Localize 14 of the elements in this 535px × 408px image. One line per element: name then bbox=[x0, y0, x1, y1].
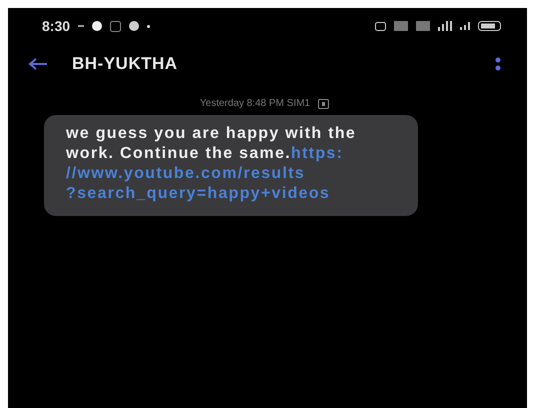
signal-icon bbox=[438, 21, 452, 31]
contact-name: BH-YUKTHA bbox=[72, 54, 178, 74]
message-text: we guess you are happy with the work. Continue the same.https: //www.youtube.com/results ?search_query=happy+videos bbox=[66, 124, 408, 204]
message-link[interactable]: ?search_query=happy+videos bbox=[66, 184, 408, 204]
back-arrow-icon[interactable] bbox=[28, 58, 48, 70]
status-time: 8:30 bbox=[42, 18, 70, 34]
message-link[interactable]: //www.youtube.com/results bbox=[66, 164, 408, 184]
dot-icon bbox=[147, 24, 150, 28]
signal-icon bbox=[460, 22, 470, 30]
sim-icon bbox=[318, 98, 330, 108]
message-timestamp: Yesterday 8:48 PM SIM1 bbox=[200, 98, 310, 109]
battery-icon bbox=[478, 21, 501, 31]
message-link[interactable]: https: bbox=[291, 145, 344, 162]
more-options-icon[interactable] bbox=[495, 57, 501, 71]
